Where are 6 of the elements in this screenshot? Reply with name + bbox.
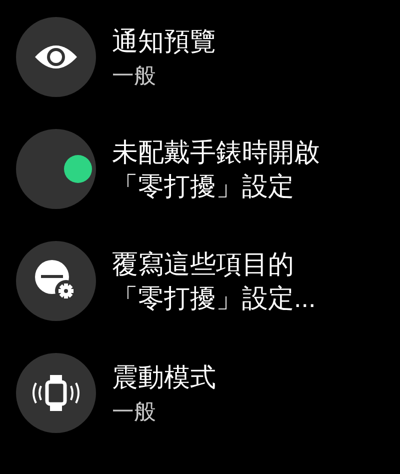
setting-title: 震動模式 [112, 361, 216, 394]
setting-title: 覆寫這些項目的 「零打擾」設定... [112, 248, 316, 315]
setting-title: 通知預覽 [112, 25, 216, 58]
setting-value: 一般 [112, 62, 157, 90]
setting-value: 一般 [112, 398, 157, 426]
setting-title: 未配戴手錶時開啟 「零打擾」設定 [112, 136, 320, 203]
